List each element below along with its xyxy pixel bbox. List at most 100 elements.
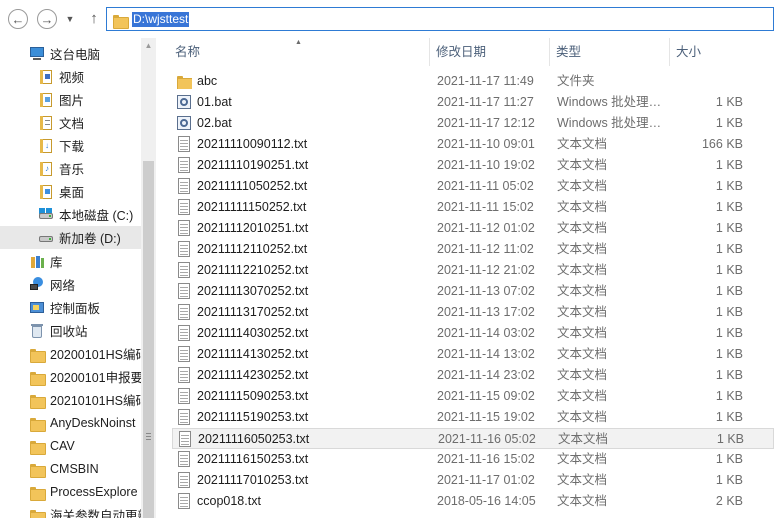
- file-size: 1 KB: [715, 200, 743, 214]
- file-row[interactable]: 20211111150252.txt 2021-11-11 15:02 文本文档 1 …: [172, 197, 774, 218]
- nav-item[interactable]: 这台电脑: [0, 42, 141, 65]
- nav-item[interactable]: 20200101申报要: [0, 365, 141, 388]
- file-row[interactable]: 20211115190253.txt 2021-11-15 19:02 文本文档 1 …: [172, 407, 774, 428]
- address-path[interactable]: D:\wjsttest: [132, 12, 190, 27]
- file-name: 20211113070252.txt: [197, 284, 309, 298]
- file-name: 20211114030252.txt: [197, 326, 309, 340]
- file-name: ccop018.txt: [197, 494, 261, 508]
- address-bar[interactable]: D:\wjsttest: [106, 7, 774, 31]
- text-file-icon: [176, 178, 192, 194]
- column-size-header[interactable]: 大小: [670, 38, 750, 66]
- column-type-header[interactable]: 类型: [550, 38, 670, 66]
- file-name: 20211117010253.txt: [197, 473, 309, 487]
- file-row[interactable]: 20211114130252.txt 2021-11-14 13:02 文本文档 1 …: [172, 344, 774, 365]
- file-row[interactable]: 20211111050252.txt 2021-11-11 05:02 文本文档 1 …: [172, 176, 774, 197]
- file-row[interactable]: 20211112110252.txt 2021-11-12 11:02 文本文档 1 …: [172, 239, 774, 260]
- file-row[interactable]: 20211112210252.txt 2021-11-12 21:02 文本文档 1 …: [172, 260, 774, 281]
- file-type: 文本文档: [557, 452, 608, 466]
- videos-folder-icon: [38, 69, 54, 85]
- file-row[interactable]: 20211115090253.txt 2021-11-15 09:02 文本文档 1 …: [172, 386, 774, 407]
- file-row[interactable]: 20211116150253.txt 2021-11-16 15:02 文本文档 1 …: [172, 449, 774, 470]
- file-date-modified: 2021-11-11 05:02: [437, 179, 534, 193]
- nav-item[interactable]: 库: [0, 250, 141, 273]
- file-row[interactable]: ccop018.txt 2018-05-16 14:05 文本文档 2 KB: [172, 491, 774, 512]
- file-row[interactable]: 20211112010251.txt 2021-11-12 01:02 文本文档 1 …: [172, 218, 774, 239]
- file-row[interactable]: 20211113070252.txt 2021-11-13 07:02 文本文档 1 …: [172, 281, 774, 302]
- nav-item[interactable]: CMSBIN: [0, 457, 141, 480]
- music-folder-icon: ♪: [38, 161, 54, 177]
- file-row[interactable]: 20211117010253.txt 2021-11-17 01:02 文本文档 1 …: [172, 470, 774, 491]
- nav-item[interactable]: ♪ 音乐: [0, 157, 141, 180]
- file-type: 文本文档: [557, 179, 608, 193]
- nav-item[interactable]: 20210101HS编码: [0, 388, 141, 411]
- nav-item-label: 文档: [59, 117, 85, 131]
- nav-item[interactable]: 新加卷 (D:): [0, 226, 141, 249]
- nav-item[interactable]: AnyDeskNoinst: [0, 411, 141, 434]
- file-row[interactable]: 20211114030252.txt 2021-11-14 03:02 文本文档 1 …: [172, 323, 774, 344]
- column-name-header[interactable]: 名称: [169, 38, 430, 66]
- file-row[interactable]: abc 2021-11-17 11:49 文件夹: [172, 71, 774, 92]
- navigation-pane-scrollbar[interactable]: ▲: [141, 38, 156, 518]
- text-file-icon: [176, 388, 192, 404]
- file-row[interactable]: 20211110090112.txt 2021-11-10 09:01 文本文档 16…: [172, 134, 774, 155]
- file-size: 1 KB: [715, 368, 743, 382]
- file-size: 1 KB: [715, 158, 743, 172]
- file-name: 20211112210252.txt: [197, 263, 309, 277]
- file-date-modified: 2021-11-14 13:02: [437, 347, 535, 361]
- nav-item[interactable]: 20200101HS编码: [0, 342, 141, 365]
- file-size: 1 KB: [715, 95, 743, 109]
- file-row[interactable]: 01.bat 2021-11-17 11:27 Windows 批处理… 1 KB: [172, 92, 774, 113]
- recent-locations-chevron-icon[interactable]: ▼: [64, 13, 76, 25]
- file-type: 文本文档: [557, 410, 608, 424]
- scrollbar-thumb[interactable]: [143, 161, 154, 518]
- file-date-modified: 2021-11-14 23:02: [437, 368, 535, 382]
- file-date-modified: 2021-11-14 03:02: [437, 326, 535, 340]
- nav-item[interactable]: 控制面板: [0, 296, 141, 319]
- back-arrow-icon[interactable]: ←: [8, 9, 28, 29]
- file-size: 1 KB: [715, 452, 743, 466]
- forward-arrow-icon[interactable]: →: [37, 9, 57, 29]
- nav-item[interactable]: CAV: [0, 434, 141, 457]
- column-date-header[interactable]: 修改日期: [430, 38, 550, 66]
- nav-item[interactable]: 网络: [0, 273, 141, 296]
- nav-item[interactable]: 海关参数自动更新: [0, 503, 141, 518]
- file-date-modified: 2018-05-16 14:05: [437, 494, 536, 508]
- file-row[interactable]: 20211114230252.txt 2021-11-14 23:02 文本文档 1 …: [172, 365, 774, 386]
- file-row[interactable]: 20211113170252.txt 2021-11-13 17:02 文本文档 1 …: [172, 302, 774, 323]
- file-size: 1 KB: [716, 432, 744, 446]
- scroll-up-icon[interactable]: ▲: [141, 38, 156, 53]
- navigation-bar: ← → ▼ ↑ D:\wjsttest: [0, 0, 774, 38]
- text-file-icon: [176, 472, 192, 488]
- nav-item[interactable]: 回收站: [0, 319, 141, 342]
- file-size: 1 KB: [715, 179, 743, 193]
- nav-item[interactable]: 桌面: [0, 180, 141, 203]
- nav-item[interactable]: 本地磁盘 (C:): [0, 203, 141, 226]
- file-name: 20211111150252.txt: [197, 200, 307, 214]
- file-date-modified: 2021-11-10 19:02: [437, 158, 535, 172]
- text-file-icon: [176, 325, 192, 341]
- file-size: 1 KB: [715, 389, 743, 403]
- file-name: 20211115190253.txt: [197, 410, 309, 424]
- nav-item[interactable]: 图片: [0, 88, 141, 111]
- file-name: 20211113170252.txt: [197, 305, 309, 319]
- file-row[interactable]: 02.bat 2021-11-17 12:12 Windows 批处理… 1 KB: [172, 113, 774, 134]
- nav-item[interactable]: 文档: [0, 111, 141, 134]
- file-row[interactable]: 20211110190251.txt 2021-11-10 19:02 文本文档 1 …: [172, 155, 774, 176]
- nav-item[interactable]: ProcessExplore: [0, 480, 141, 503]
- text-file-icon: [176, 451, 192, 467]
- file-date-modified: 2021-11-13 17:02: [437, 305, 535, 319]
- file-size: 1 KB: [715, 347, 743, 361]
- file-size: 2 KB: [715, 494, 743, 508]
- file-type: 文本文档: [557, 263, 608, 277]
- file-type: 文本文档: [557, 137, 608, 151]
- nav-item-label: 20210101HS编码: [50, 394, 141, 408]
- file-size: [672, 71, 743, 92]
- pictures-folder-icon: [38, 92, 54, 108]
- nav-item-label: 回收站: [50, 325, 88, 339]
- file-row[interactable]: 20211116050253.txt 2021-11-16 05:02 文本文档 1 …: [172, 428, 774, 449]
- nav-item[interactable]: 视频: [0, 65, 141, 88]
- up-arrow-icon[interactable]: ↑: [86, 9, 102, 29]
- drive-icon: [38, 230, 54, 246]
- nav-item[interactable]: ↓ 下载: [0, 134, 141, 157]
- nav-item-label: 音乐: [59, 163, 85, 177]
